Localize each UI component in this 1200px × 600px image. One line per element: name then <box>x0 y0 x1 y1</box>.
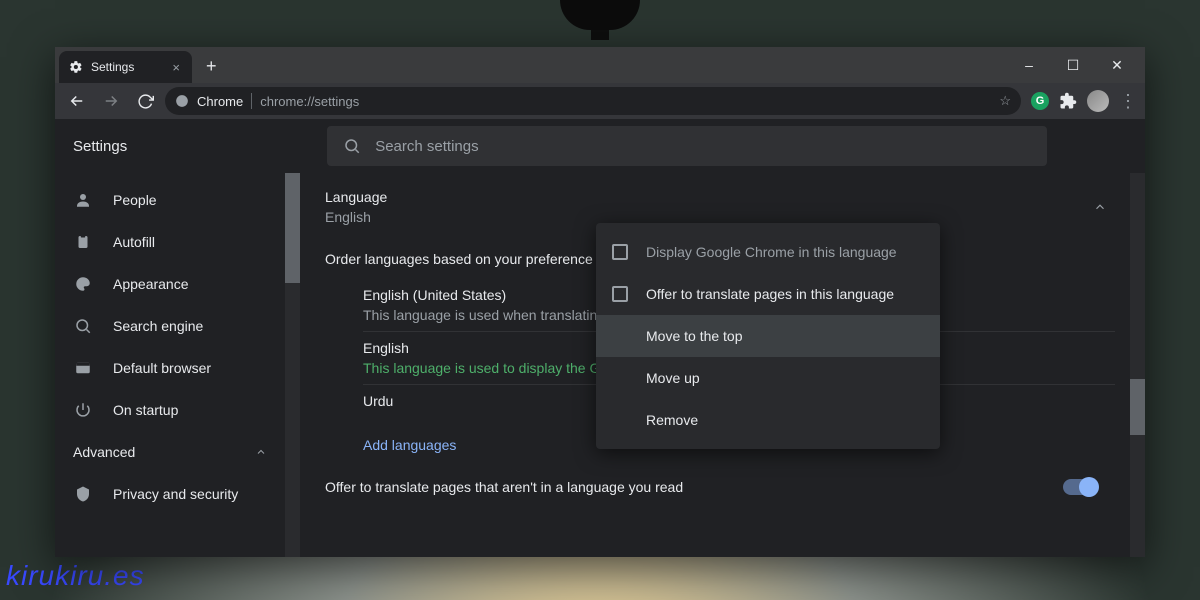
sidebar-item-label: Appearance <box>113 276 189 292</box>
sidebar-advanced-label: Advanced <box>73 444 135 460</box>
settings-main: Language English Order languages based o… <box>300 173 1145 557</box>
translate-toggle-row[interactable]: Offer to translate pages that aren't in … <box>325 479 1115 495</box>
browser-toolbar: Chrome chrome://settings ☆ G ⋮ <box>55 83 1145 119</box>
search-settings-input[interactable]: Search settings <box>327 126 1047 166</box>
settings-body: People Autofill Appearance Search engine… <box>55 173 1145 557</box>
sidebar-item-label: On startup <box>113 402 178 418</box>
browser-window: Settings × + – ☐ ✕ Chrome chrome://setti… <box>55 47 1145 557</box>
window-minimize-button[interactable]: – <box>1007 50 1051 80</box>
person-icon <box>73 191 93 209</box>
url-text: chrome://settings <box>260 94 359 109</box>
language-current: English <box>325 209 387 225</box>
settings-content: Settings Search settings People Autofill <box>55 119 1145 557</box>
tab-close-icon[interactable]: × <box>172 60 180 75</box>
window-controls: – ☐ ✕ <box>1007 47 1139 83</box>
languages-panel: Language English Order languages based o… <box>300 173 1145 495</box>
menu-item-label: Display Google Chrome in this language <box>646 244 897 260</box>
background-lamp-cap <box>560 0 640 30</box>
window-close-button[interactable]: ✕ <box>1095 50 1139 80</box>
sidebar-item-label: Search engine <box>113 318 203 334</box>
menu-item-move-top[interactable]: Move to the top <box>596 315 940 357</box>
power-icon <box>73 401 93 419</box>
site-info-icon <box>175 94 189 108</box>
sidebar-item-label: Default browser <box>113 360 211 376</box>
translate-toggle[interactable] <box>1063 479 1097 495</box>
menu-item-label: Offer to translate pages in this languag… <box>646 286 894 302</box>
sidebar-item-label: Privacy and security <box>113 486 238 502</box>
forward-button[interactable] <box>97 87 125 115</box>
bookmark-star-icon[interactable]: ☆ <box>999 93 1011 109</box>
menu-item-label: Move up <box>646 370 700 386</box>
sidebar-item-label: Autofill <box>113 234 155 250</box>
settings-header: Settings Search settings <box>55 119 1145 173</box>
checkbox-icon <box>612 244 628 260</box>
extension-grammarly-icon[interactable]: G <box>1031 92 1049 110</box>
tab-settings[interactable]: Settings × <box>59 51 192 83</box>
toolbar-extensions: G ⋮ <box>1027 90 1137 112</box>
checkbox-icon <box>612 286 628 302</box>
chevron-up-icon <box>255 446 267 458</box>
translate-label: Offer to translate pages that aren't in … <box>325 479 683 495</box>
url-chip: Chrome <box>197 94 243 109</box>
palette-icon <box>73 275 93 293</box>
search-icon <box>343 137 361 155</box>
sidebar-item-label: People <box>113 192 157 208</box>
menu-item-offer-translate[interactable]: Offer to translate pages in this languag… <box>596 273 940 315</box>
new-tab-button[interactable]: + <box>206 56 217 77</box>
sidebar-item-default-browser[interactable]: Default browser <box>55 347 300 389</box>
language-section-title: Language <box>325 189 387 205</box>
sidebar-item-appearance[interactable]: Appearance <box>55 263 300 305</box>
clipboard-icon <box>73 233 93 251</box>
omnibox-divider <box>251 93 252 109</box>
search-icon <box>73 317 93 335</box>
sidebar-item-autofill[interactable]: Autofill <box>55 221 300 263</box>
tab-strip: Settings × + – ☐ ✕ <box>55 47 1145 83</box>
shield-icon <box>73 485 93 503</box>
menu-item-label: Move to the top <box>646 328 743 344</box>
sidebar-item-people[interactable]: People <box>55 179 300 221</box>
watermark: kirukiru.es <box>6 560 145 592</box>
extensions-puzzle-icon[interactable] <box>1059 92 1077 110</box>
browser-menu-icon[interactable]: ⋮ <box>1119 91 1137 112</box>
menu-item-label: Remove <box>646 412 698 428</box>
omnibox[interactable]: Chrome chrome://settings ☆ <box>165 87 1021 115</box>
browser-icon <box>73 359 93 377</box>
sidebar-item-search-engine[interactable]: Search engine <box>55 305 300 347</box>
sidebar-item-on-startup[interactable]: On startup <box>55 389 300 431</box>
menu-item-move-up[interactable]: Move up <box>596 357 940 399</box>
reload-button[interactable] <box>131 87 159 115</box>
sidebar-advanced-toggle[interactable]: Advanced <box>55 431 300 473</box>
search-placeholder: Search settings <box>375 138 478 155</box>
sidebar-scrollbar-thumb[interactable] <box>285 173 300 283</box>
language-context-menu: Display Google Chrome in this language O… <box>596 223 940 449</box>
gear-icon <box>69 60 83 74</box>
settings-sidebar: People Autofill Appearance Search engine… <box>55 173 300 557</box>
chevron-up-icon <box>1093 200 1107 214</box>
profile-avatar[interactable] <box>1087 90 1109 112</box>
sidebar-item-privacy[interactable]: Privacy and security <box>55 473 300 515</box>
menu-item-display-in-language[interactable]: Display Google Chrome in this language <box>596 231 940 273</box>
settings-title: Settings <box>73 138 127 155</box>
menu-item-remove[interactable]: Remove <box>596 399 940 441</box>
tab-title: Settings <box>91 60 134 74</box>
window-maximize-button[interactable]: ☐ <box>1051 50 1095 80</box>
back-button[interactable] <box>63 87 91 115</box>
